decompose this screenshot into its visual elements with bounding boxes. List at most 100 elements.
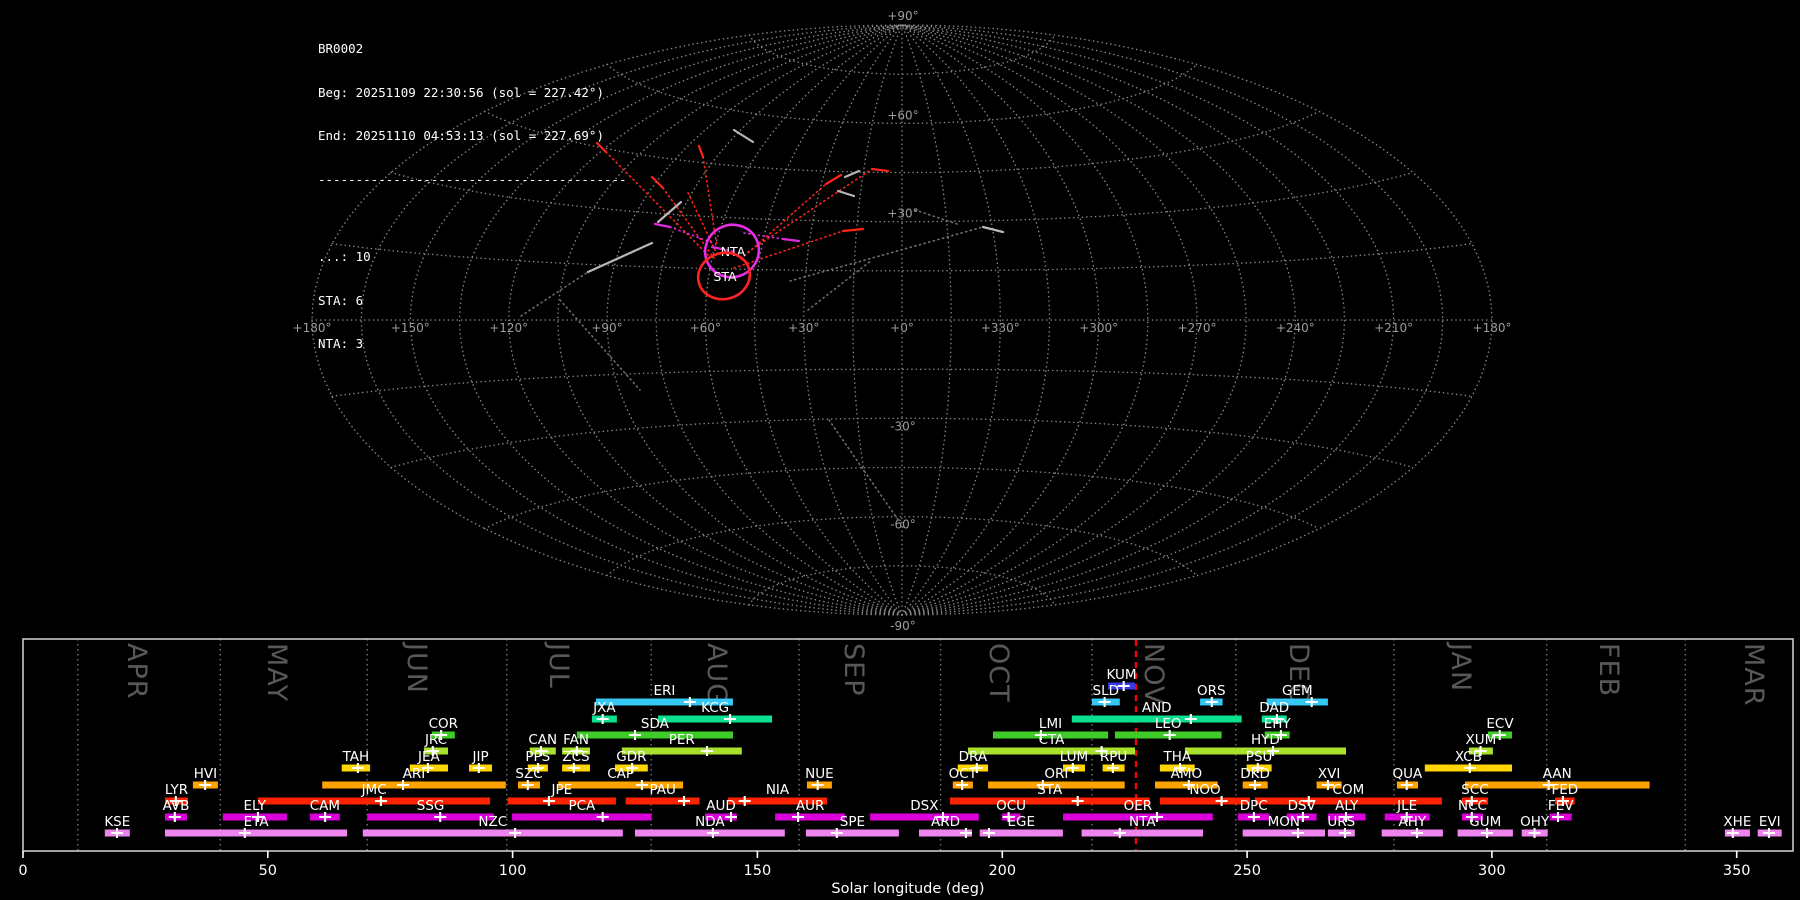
header-separator: ----------------------------------------…	[318, 173, 627, 188]
shower-label-oct: OCT	[949, 766, 978, 782]
shower-bar-kcg	[658, 716, 772, 723]
month-label: JUN	[401, 641, 432, 694]
shower-label-ocu: OCU	[996, 798, 1026, 814]
shower-label-aan: AAN	[1543, 766, 1572, 782]
shower-label-ehy: EHY	[1264, 716, 1292, 732]
meteor-track-spo	[915, 210, 960, 225]
shower-label-com: COM	[1333, 782, 1365, 798]
shower-label-nia: NIA	[766, 782, 790, 798]
shower-label-nzc: NZC	[478, 814, 507, 830]
meteor-track-spo	[829, 420, 903, 527]
shower-label-and: AND	[1142, 700, 1172, 716]
shower-label-nta: NTA	[1129, 814, 1156, 830]
shower-label-oer: OER	[1124, 798, 1153, 814]
meteor-sta	[843, 229, 863, 231]
shower-label-jmc: JMC	[361, 782, 387, 798]
shower-bar-sta	[950, 798, 1150, 805]
station-id: BR0002	[318, 42, 627, 57]
lon-label: +270°	[1178, 321, 1217, 335]
shower-label-aly: ALY	[1335, 798, 1359, 814]
begin-time: Beg: 20251109 22:30:56 (sol = 227.42°)	[318, 86, 627, 101]
x-axis: 050100150200250300350Solar longitude (de…	[18, 851, 1750, 897]
shower-label-ari: ARI	[403, 766, 426, 782]
shower-label-fev: FEV	[1548, 798, 1574, 814]
shower-label-mon: MON	[1268, 814, 1300, 830]
radiant-label-sta: STA	[713, 269, 737, 284]
shower-label-qua: QUA	[1393, 766, 1424, 782]
meteor-sta	[826, 175, 841, 184]
lat-label: -60°	[890, 518, 916, 532]
shower-label-kse: KSE	[104, 814, 130, 830]
lon-label: +240°	[1276, 321, 1315, 335]
shower-label-xhe: XHE	[1723, 814, 1751, 830]
shower-bar-ari	[322, 782, 506, 789]
shower-bar-noo	[1160, 798, 1250, 805]
x-tick-label: 0	[18, 863, 27, 879]
month-label: JUL	[543, 641, 574, 689]
shower-label-hvi: HVI	[194, 766, 217, 782]
x-tick-label: 300	[1478, 863, 1506, 879]
shower-label-zcs: ZCS	[562, 749, 589, 765]
shower-label-lmi: LMI	[1039, 716, 1062, 732]
shower-label-tha: THA	[1162, 749, 1191, 765]
shower-bar-nta	[1082, 830, 1203, 837]
shower-bar-aur	[775, 814, 845, 821]
shower-label-eri: ERI	[653, 683, 675, 699]
shower-label-amo: AMO	[1171, 766, 1203, 782]
shower-label-avb: AVB	[163, 798, 190, 814]
month-label: FEB	[1593, 643, 1624, 697]
shower-label-xum: XUM	[1466, 732, 1497, 748]
shower-label-lum: LUM	[1060, 749, 1088, 765]
shower-label-gum: GUM	[1469, 814, 1501, 830]
meteor-track-sta	[734, 231, 843, 268]
plots-canvas: +180°+150°+120°+90°+60°+30°+0°+330°+300°…	[0, 0, 1800, 900]
meteor-nta	[783, 239, 799, 241]
shower-label-ohy: OHY	[1520, 814, 1550, 830]
count-sporadic: ...: 10	[318, 250, 627, 265]
shower-label-jea: JEA	[417, 749, 441, 765]
x-tick-label: 50	[259, 863, 277, 879]
shower-label-ecv: ECV	[1486, 716, 1514, 732]
shower-bar-jmc	[258, 798, 490, 805]
x-tick-label: 250	[1233, 863, 1261, 879]
month-label: MAR	[1738, 643, 1769, 707]
shower-label-sld: SLD	[1093, 683, 1120, 699]
x-tick-label: 350	[1723, 863, 1751, 879]
shower-label-ege: EGE	[1008, 814, 1036, 830]
shower-label-nda: NDA	[695, 814, 725, 830]
shower-bar-ssg	[367, 814, 494, 821]
shower-bar-eta	[165, 830, 347, 837]
shower-label-evi: EVI	[1759, 814, 1781, 830]
month-label: JAN	[1445, 641, 1476, 692]
shower-label-ori: ORI	[1044, 766, 1068, 782]
x-tick-label: 150	[744, 863, 772, 879]
month-label: NOV	[1138, 643, 1169, 705]
x-tick-label: 100	[499, 863, 527, 879]
lat-label: +90°	[887, 9, 918, 23]
lon-label: +180°	[1473, 321, 1512, 335]
meteor-nta	[655, 224, 670, 227]
lat-label: +60°	[887, 108, 918, 122]
shower-label-dad: DAD	[1259, 700, 1289, 716]
meteor-track-sta	[703, 157, 717, 247]
shower-label-gdr: GDR	[616, 749, 646, 765]
shower-label-eta: ETA	[244, 814, 270, 830]
shower-label-noo: NOO	[1189, 782, 1220, 798]
activity-timeline: APRMAYJUNJULAUGSEPOCTNOVDECJANFEBMARKUME…	[18, 639, 1793, 897]
meteor-track-nta	[744, 233, 783, 239]
month-label: OCT	[983, 643, 1014, 703]
month-label: MAY	[261, 643, 292, 702]
shower-label-dsx: DSX	[910, 798, 938, 814]
shower-label-pca: PCA	[568, 798, 596, 814]
shower-bar-pca	[512, 814, 652, 821]
shower-label-sda: SDA	[641, 716, 670, 732]
count-sta: STA: 6	[318, 294, 627, 309]
shower-label-cam: CAM	[310, 798, 340, 814]
shower-label-fed: FED	[1551, 782, 1578, 798]
end-time: End: 20251110 04:53:13 (sol = 227.69°)	[318, 129, 627, 144]
lat-label: -90°	[890, 619, 916, 633]
shower-label-ors: ORS	[1197, 683, 1226, 699]
shower-label-ahy: AHY	[1398, 814, 1426, 830]
shower-label-sta: STA	[1037, 782, 1063, 798]
shower-label-rpu: RPU	[1100, 749, 1127, 765]
